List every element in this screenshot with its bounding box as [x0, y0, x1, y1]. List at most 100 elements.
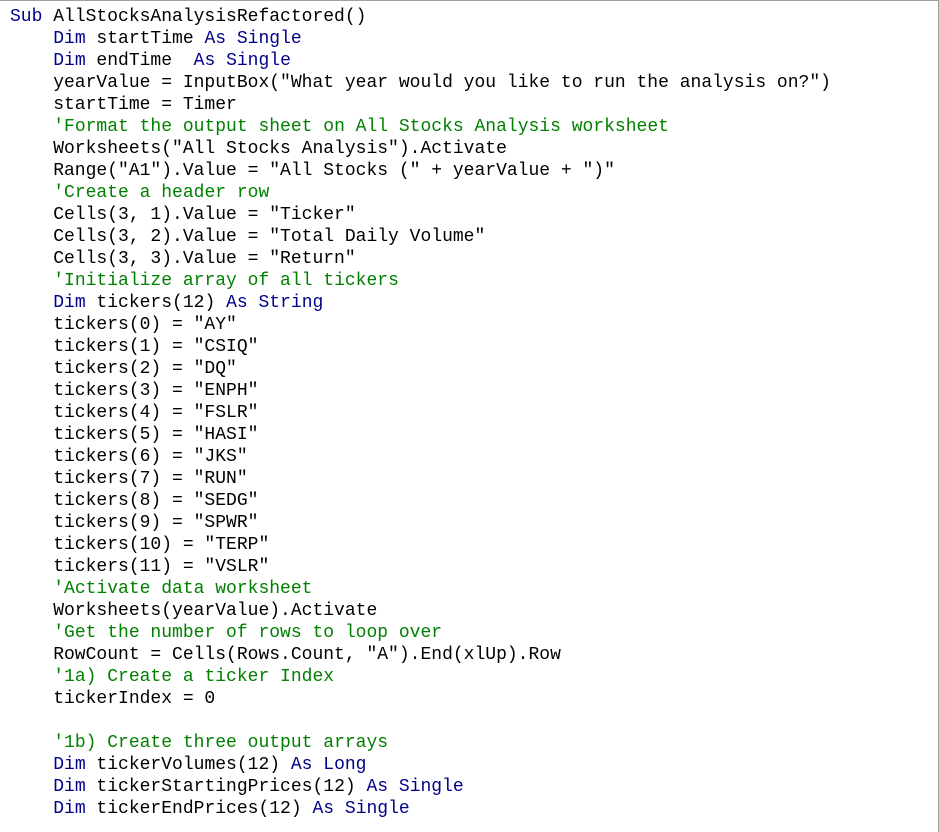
- code-token: tickers(11) = "VSLR": [10, 557, 270, 577]
- code-line[interactable]: tickers(8) = "SEDG": [10, 490, 831, 512]
- code-line[interactable]: tickers(2) = "DQ": [10, 358, 831, 380]
- code-token: yearValue = InputBox("What year would yo…: [10, 73, 831, 93]
- code-line[interactable]: Worksheets("All Stocks Analysis").Activa…: [10, 138, 831, 160]
- code-line[interactable]: 'Format the output sheet on All Stocks A…: [10, 116, 831, 138]
- keyword-token: As: [226, 293, 248, 313]
- comment-token: 'Format the output sheet on All Stocks A…: [53, 117, 669, 137]
- keyword-token: Dim: [53, 29, 86, 49]
- code-line[interactable]: yearValue = InputBox("What year would yo…: [10, 72, 831, 94]
- code-line[interactable]: RowCount = Cells(Rows.Count, "A").End(xl…: [10, 644, 831, 666]
- code-token: tickers(7) = "RUN": [10, 469, 248, 489]
- code-token: tickerIndex = 0: [10, 689, 216, 709]
- code-line[interactable]: Worksheets(yearValue).Activate: [10, 600, 831, 622]
- code-line[interactable]: Dim tickerEndPrices(12) As Single: [10, 798, 831, 820]
- code-line[interactable]: 'Initialize array of all tickers: [10, 270, 831, 292]
- comment-token: 'Get the number of rows to loop over: [53, 623, 443, 643]
- code-line[interactable]: tickers(3) = "ENPH": [10, 380, 831, 402]
- keyword-token: As: [312, 799, 335, 819]
- code-token: startTime = Timer: [10, 95, 237, 115]
- keyword-token: Dim: [53, 799, 86, 819]
- code-line[interactable]: Range("A1").Value = "All Stocks (" + yea…: [10, 160, 831, 182]
- code-area[interactable]: Sub AllStocksAnalysisRefactored() Dim st…: [10, 6, 831, 820]
- code-token: RowCount = Cells(Rows.Count, "A").End(xl…: [10, 645, 561, 665]
- keyword-token: Single: [344, 799, 410, 819]
- code-line[interactable]: Cells(3, 1).Value = "Ticker": [10, 204, 831, 226]
- code-line[interactable]: Dim tickerVolumes(12) As Long: [10, 754, 831, 776]
- code-line[interactable]: tickers(6) = "JKS": [10, 446, 831, 468]
- code-line[interactable]: Sub AllStocksAnalysisRefactored(): [10, 6, 831, 28]
- code-line[interactable]: tickerIndex = 0: [10, 688, 831, 710]
- code-editor[interactable]: Sub AllStocksAnalysisRefactored() Dim st…: [0, 0, 939, 832]
- code-token: Worksheets("All Stocks Analysis").Activa…: [10, 139, 507, 159]
- code-line[interactable]: tickers(9) = "SPWR": [10, 512, 831, 534]
- code-token: tickers(0) = "AY": [10, 315, 237, 335]
- code-token: tickers(2) = "DQ": [10, 359, 237, 379]
- code-line[interactable]: tickers(7) = "RUN": [10, 468, 831, 490]
- code-line[interactable]: Cells(3, 2).Value = "Total Daily Volume": [10, 226, 831, 248]
- code-line[interactable]: Dim tickers(12) As String: [10, 292, 831, 314]
- code-token: Worksheets(yearValue).Activate: [10, 601, 378, 621]
- keyword-token: Single: [236, 29, 302, 49]
- code-line[interactable]: tickers(4) = "FSLR": [10, 402, 831, 424]
- keyword-token: Dim: [53, 755, 86, 775]
- code-line[interactable]: tickers(1) = "CSIQ": [10, 336, 831, 358]
- code-line[interactable]: tickers(11) = "VSLR": [10, 556, 831, 578]
- code-line[interactable]: Dim tickerStartingPrices(12) As Single: [10, 776, 831, 798]
- code-token: tickers(1) = "CSIQ": [10, 337, 259, 357]
- code-line[interactable]: tickers(0) = "AY": [10, 314, 831, 336]
- keyword-token: String: [258, 293, 324, 313]
- comment-token: 'Initialize array of all tickers: [53, 271, 399, 291]
- code-token: endTime: [85, 51, 194, 71]
- code-token: Cells(3, 1).Value = "Ticker": [10, 205, 356, 225]
- code-line[interactable]: '1b) Create three output arrays: [10, 732, 831, 754]
- code-line[interactable]: '1a) Create a ticker Index: [10, 666, 831, 688]
- code-line[interactable]: Cells(3, 3).Value = "Return": [10, 248, 831, 270]
- code-token: tickers(4) = "FSLR": [10, 403, 259, 423]
- code-line[interactable]: 'Create a header row: [10, 182, 831, 204]
- code-token: tickers(5) = "HASI": [10, 425, 259, 445]
- code-line[interactable]: Dim startTime As Single: [10, 28, 831, 50]
- keyword-token: As: [204, 29, 227, 49]
- code-line[interactable]: [10, 710, 831, 732]
- code-line[interactable]: startTime = Timer: [10, 94, 831, 116]
- keyword-token: Dim: [53, 777, 86, 797]
- keyword-token: Sub: [10, 7, 43, 27]
- keyword-token: Single: [226, 51, 291, 71]
- code-token: Cells(3, 3).Value = "Return": [10, 249, 356, 269]
- code-token: tickers(6) = "JKS": [10, 447, 248, 467]
- comment-token: 'Create a header row: [53, 183, 270, 203]
- comment-token: '1a) Create a ticker Index: [53, 667, 335, 687]
- code-line[interactable]: 'Activate data worksheet: [10, 578, 831, 600]
- code-token: tickers(9) = "SPWR": [10, 513, 259, 533]
- code-token: AllStocksAnalysisRefactored(): [42, 7, 367, 27]
- code-line[interactable]: tickers(10) = "TERP": [10, 534, 831, 556]
- comment-token: 'Activate data worksheet: [53, 579, 313, 599]
- code-line[interactable]: Dim endTime As Single: [10, 50, 831, 72]
- code-token: tickerStartingPrices(12): [85, 777, 367, 797]
- code-token: tickerEndPrices(12): [85, 799, 313, 819]
- code-line[interactable]: tickers(5) = "HASI": [10, 424, 831, 446]
- keyword-token: As: [290, 755, 313, 775]
- code-token: Range("A1").Value = "All Stocks (" + yea…: [10, 161, 615, 181]
- keyword-token: Long: [323, 755, 367, 775]
- keyword-token: As: [366, 777, 389, 797]
- keyword-token: Dim: [53, 51, 86, 71]
- code-token: tickers(10) = "TERP": [10, 535, 270, 555]
- comment-token: '1b) Create three output arrays: [53, 733, 389, 753]
- code-line[interactable]: 'Get the number of rows to loop over: [10, 622, 831, 644]
